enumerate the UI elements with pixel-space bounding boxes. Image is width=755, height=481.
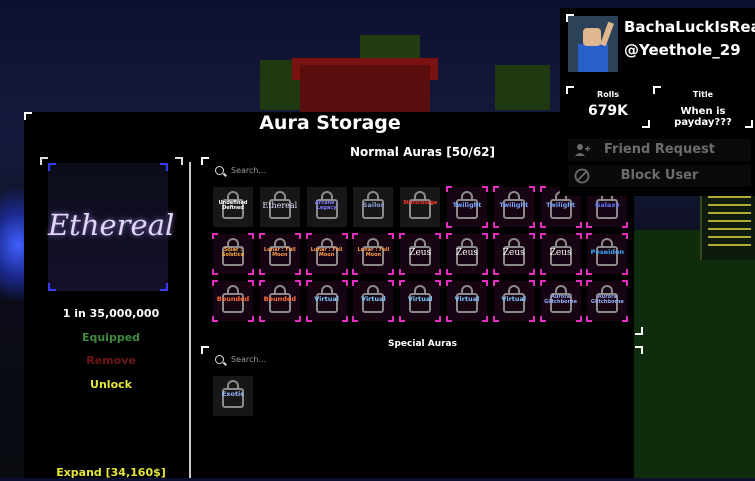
page-title: Aura Storage <box>259 112 401 134</box>
rolls-value: 679K <box>587 103 629 119</box>
aura-slot[interactable]: Virtual <box>492 280 535 322</box>
aura-slot[interactable]: Virtual <box>399 280 442 322</box>
title-label: Title <box>692 90 714 99</box>
aura-slot[interactable]: Zeus <box>445 233 488 275</box>
aura-chance: 1 in 35,000,000 <box>62 307 160 320</box>
tree-decor <box>495 65 550 110</box>
search-icon <box>215 355 224 364</box>
aura-slot-label: Aurora Glitchborne <box>544 294 578 305</box>
aura-slot-label: Virtual <box>361 295 386 303</box>
house <box>300 65 430 115</box>
aura-slot-label: Lunar : Full Moon <box>310 247 343 258</box>
aura-slot[interactable]: Solar : Solstice <box>212 233 254 275</box>
aura-slot-label: Undefined Defined <box>218 200 248 211</box>
aura-slot-label: Virtual <box>454 295 480 303</box>
aura-slot[interactable]: Undefined Defined <box>213 187 253 227</box>
aura-slot[interactable]: Starscourge <box>400 187 441 227</box>
special-aura-search[interactable]: Search... <box>213 350 423 370</box>
aura-slot[interactable]: Poseidon <box>586 233 629 275</box>
aura-slot-label: Poseidon <box>590 248 625 256</box>
aura-slot-label: Twilight <box>546 201 575 209</box>
aura-slot-label: Aurora Glitchborne <box>590 294 624 305</box>
aura-slot-label: Virtual <box>407 295 433 303</box>
aura-slot[interactable]: Lunar : Full Moon <box>258 233 301 275</box>
sign-board <box>700 190 755 260</box>
aura-slot[interactable]: Virtual <box>305 280 348 322</box>
special-aura-grid: Exotic <box>213 376 633 416</box>
user-handle: @Yeethole_29 <box>624 41 741 59</box>
aura-slot[interactable]: Lunar : Full Moon <box>305 233 348 275</box>
aura-slot-label: Lunar : Full Moon <box>357 247 390 258</box>
aura-slot-label: Ethereal <box>262 201 298 210</box>
aura-slot-label: Zeus <box>455 248 478 258</box>
aura-slot[interactable]: Sailor <box>353 187 394 227</box>
search-icon <box>215 166 224 175</box>
aura-slot[interactable]: Ethereal <box>259 187 300 227</box>
title-value: When is payday??? <box>674 106 732 128</box>
aura-slot[interactable]: Virtual <box>445 280 488 322</box>
aura-slot-label: Zeus <box>502 248 525 258</box>
aura-slot-label: Virtual <box>501 295 527 303</box>
aura-preview: Ethereal <box>48 163 175 291</box>
aura-slot[interactable]: Aurora Glitchborne <box>586 280 629 322</box>
aura-slot-label: Starscourge <box>403 200 438 206</box>
block-user-label: Block User <box>620 168 699 183</box>
aura-slot-label: Galaxy <box>594 201 620 209</box>
special-auras-section: Search... Exotic <box>201 346 643 478</box>
aura-slot[interactable]: Arcane : Legacy <box>306 187 347 227</box>
remove-button[interactable]: Remove <box>47 352 175 369</box>
aura-slot[interactable]: Bounded <box>258 280 301 322</box>
aura-slot-label: Twilight <box>452 201 482 209</box>
aura-slot[interactable]: Zeus <box>399 233 442 275</box>
aura-slot-label: Sailor <box>362 201 384 209</box>
avatar <box>568 16 618 72</box>
aura-slot[interactable]: Twilight <box>445 186 488 228</box>
player-profile-card: BachaLuckIsReal @Yeethole_29 Rolls 679K … <box>560 8 755 196</box>
aura-slot-label: Bounded <box>216 295 250 303</box>
aura-slot-label: Exotic <box>221 390 245 398</box>
selected-aura-name: Ethereal <box>48 208 175 242</box>
aura-slot[interactable]: Aurora Glitchborne <box>539 280 582 322</box>
aura-slot[interactable]: Exotic <box>213 376 253 416</box>
rolls-label: Rolls <box>597 90 619 99</box>
aura-slot[interactable]: Virtual <box>352 280 395 322</box>
search-placeholder: Search... <box>231 166 267 175</box>
normal-aura-grid: Undefined Defined Ethereal Arcane : Legacy… <box>212 186 633 322</box>
panel-divider <box>189 162 191 478</box>
aura-slot-label: Solar : Solstice <box>221 247 245 258</box>
username: BachaLuckIsReal <box>624 18 755 36</box>
aura-slot[interactable]: Twilight <box>492 186 535 228</box>
block-user-button[interactable]: Block User <box>568 165 751 187</box>
block-icon <box>574 168 590 184</box>
aura-slot-label: Bounded <box>263 295 296 303</box>
aura-slot[interactable]: Lunar : Full Moon <box>352 233 395 275</box>
aura-slot-label: Zeus <box>549 248 572 258</box>
aura-slot-label: Zeus <box>409 248 432 258</box>
search-placeholder: Search... <box>231 355 267 364</box>
unlock-button[interactable]: Unlock <box>47 376 175 393</box>
expand-button[interactable]: Expand [34,160$] <box>47 464 175 481</box>
normal-aura-search[interactable]: Search... <box>213 161 423 181</box>
aura-slot[interactable]: Zeus <box>539 233 582 275</box>
aura-details-panel: Ethereal 1 in 35,000,000 Equipped Remove… <box>40 157 183 481</box>
aura-slot-label: Twilight <box>499 201 529 209</box>
add-friend-icon <box>575 144 590 156</box>
aura-slot-label: Arcane : Legacy <box>314 200 339 211</box>
equipped-button[interactable]: Equipped <box>47 329 175 346</box>
friend-request-label: Friend Request <box>604 142 715 157</box>
aura-slot-label: Lunar : Full Moon <box>263 247 296 258</box>
aura-slot-label: Virtual <box>314 295 339 303</box>
aura-slot[interactable]: Zeus <box>492 233 535 275</box>
aura-slot[interactable]: Bounded <box>212 280 254 322</box>
friend-request-button[interactable]: Friend Request <box>568 139 751 161</box>
